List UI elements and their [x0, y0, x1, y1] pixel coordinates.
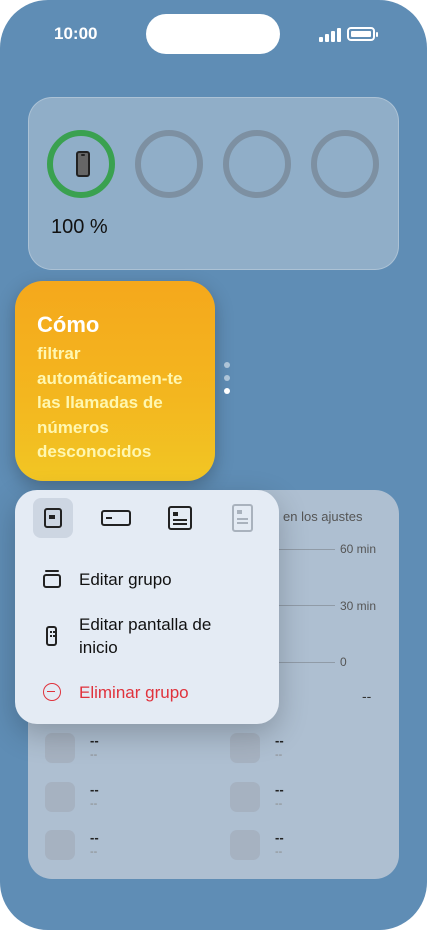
size-large-button[interactable] — [159, 498, 199, 538]
battery-ring-empty — [223, 130, 291, 198]
home-screen: 10:00 100 % Cómo filtrar automáticamen-t… — [0, 0, 427, 930]
app-icon-placeholder — [45, 830, 75, 860]
large-widget-icon — [168, 506, 192, 530]
size-medium-button[interactable] — [96, 498, 136, 538]
app-name: -- — [275, 733, 284, 748]
stack-icon — [43, 570, 61, 588]
chart-tick-label: 0 — [340, 655, 347, 669]
app-name: -- — [275, 782, 284, 797]
battery-percentage: 100 % — [51, 216, 108, 238]
tip-title: Cómo — [37, 312, 100, 337]
dynamic-island — [146, 14, 280, 54]
screen-time-header: en los ajustes — [283, 509, 363, 524]
page-dot — [224, 375, 230, 381]
app-usage-item: -- -- — [45, 830, 195, 870]
app-name: -- — [90, 830, 99, 845]
small-widget-icon — [44, 508, 62, 528]
remove-group-menu-item[interactable]: Eliminar grupo — [15, 681, 279, 705]
remove-icon — [43, 683, 61, 701]
tips-widget[interactable]: Cómo filtrar automáticamen-te las llamad… — [15, 281, 215, 481]
app-icon-placeholder — [230, 782, 260, 812]
app-usage-item: -- -- — [230, 733, 380, 773]
home-screen-icon — [46, 626, 57, 646]
app-name: -- — [90, 782, 99, 797]
screen-time-total: -- — [362, 688, 372, 704]
battery-ring-iphone — [47, 130, 115, 198]
battery-ring-empty — [311, 130, 379, 198]
battery-icon — [347, 27, 378, 41]
battery-ring-empty — [135, 130, 203, 198]
app-usage-item: -- -- — [230, 830, 380, 870]
app-usage-item: -- -- — [45, 782, 195, 822]
app-usage-item: -- -- — [45, 733, 195, 773]
app-usage: -- — [275, 798, 283, 810]
batteries-widget[interactable]: 100 % — [28, 97, 399, 270]
app-icon-placeholder — [45, 782, 75, 812]
app-icon-placeholder — [45, 733, 75, 763]
menu-item-label: Eliminar grupo — [79, 683, 189, 702]
app-usage: -- — [90, 846, 98, 858]
chart-tick-label: 60 min — [340, 542, 377, 556]
cellular-signal-icon — [319, 28, 341, 42]
stack-page-indicator — [224, 362, 230, 401]
app-icon-placeholder — [230, 733, 260, 763]
app-icon-placeholder — [230, 830, 260, 860]
app-usage-item: -- -- — [230, 782, 380, 822]
app-usage: -- — [90, 749, 98, 761]
app-usage: -- — [275, 846, 283, 858]
page-dot — [224, 362, 230, 368]
chart-tick-label: 30 min — [340, 599, 377, 613]
app-usage: -- — [90, 798, 98, 810]
status-time: 10:00 — [54, 24, 98, 43]
medium-widget-icon — [101, 510, 131, 526]
size-extra-large-button[interactable] — [222, 498, 262, 538]
app-name: -- — [275, 830, 284, 845]
menu-item-label: Editar grupo — [79, 570, 172, 589]
edit-group-menu-item[interactable]: Editar grupo — [15, 568, 279, 592]
edit-home-screen-menu-item[interactable]: Editar pantalla de inicio — [15, 613, 279, 661]
app-usage: -- — [275, 749, 283, 761]
extra-large-widget-icon — [232, 504, 253, 532]
widget-context-menu: Editar grupo Editar pantalla de inicio E… — [15, 490, 279, 724]
iphone-icon — [76, 151, 90, 177]
size-small-button[interactable] — [33, 498, 73, 538]
app-name: -- — [90, 733, 99, 748]
menu-item-label: Editar pantalla de inicio — [79, 615, 212, 657]
tip-body: filtrar automáticamen-te las llamadas de… — [37, 344, 183, 461]
page-dot-active — [224, 388, 230, 394]
